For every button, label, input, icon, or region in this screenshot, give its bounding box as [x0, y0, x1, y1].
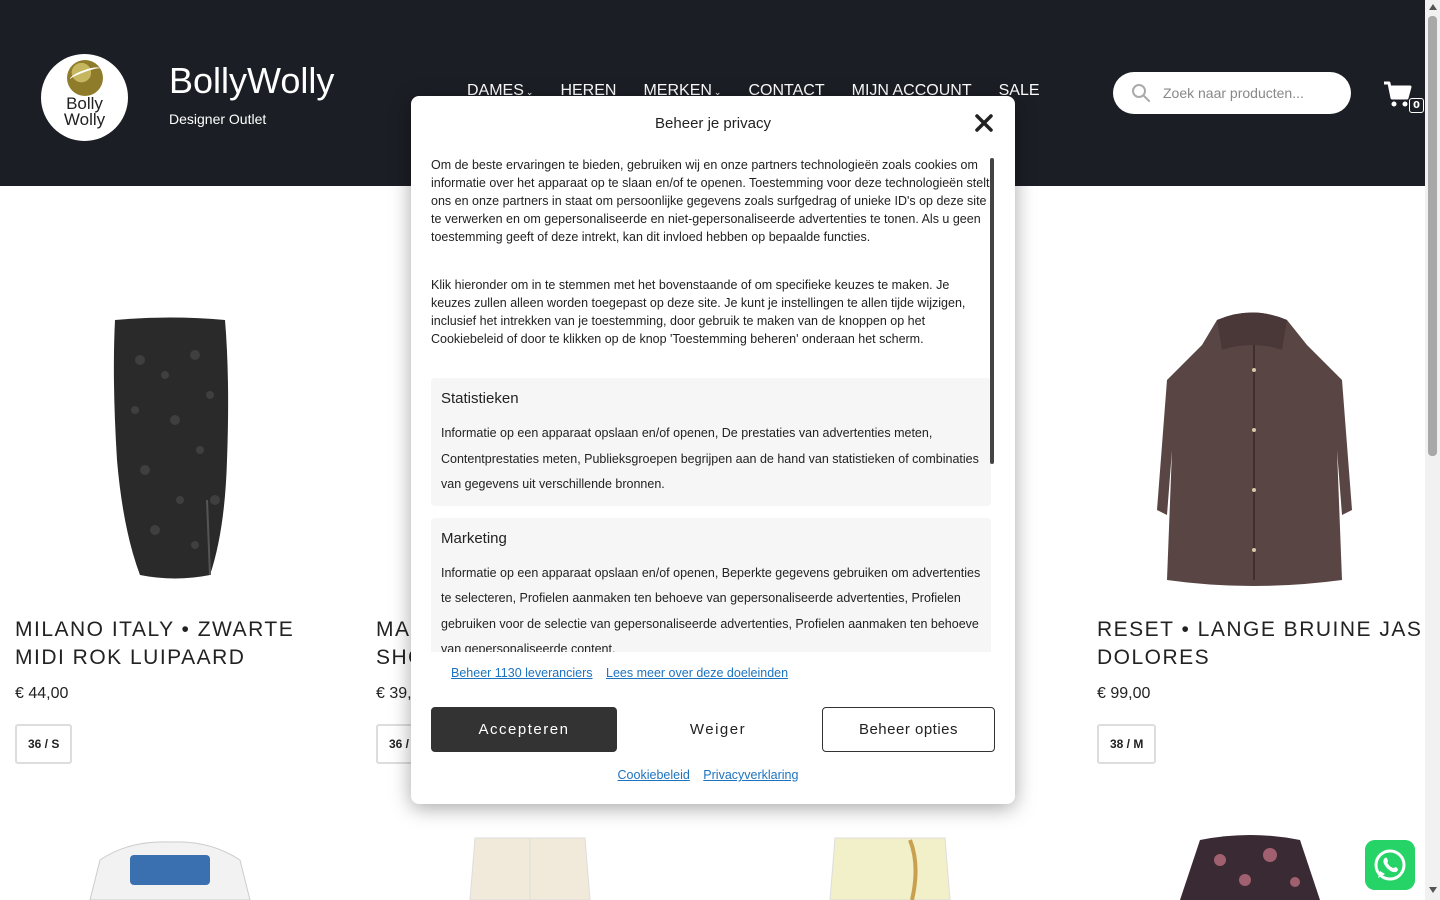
site-logo[interactable]: Bolly Wolly	[41, 54, 128, 141]
product-image[interactable]	[80, 820, 260, 900]
product-image[interactable]	[1160, 820, 1340, 900]
product-title[interactable]: RESET • LANGE BRUINE JAS DOLORES	[1097, 616, 1427, 672]
manage-options-button[interactable]: Beheer opties	[822, 707, 995, 752]
modal-links: Beheer 1130 leveranciers Lees meer over …	[451, 666, 798, 680]
pref-description: Informatie op een apparaat opslaan en/of…	[441, 565, 981, 653]
scroll-down-arrow-icon[interactable]	[1429, 887, 1437, 893]
modal-footer-links: Cookiebeleid Privacyverklaring	[411, 768, 1015, 782]
deny-button[interactable]: Weiger	[625, 707, 811, 752]
accept-button[interactable]: Accepteren	[431, 707, 617, 752]
pref-description: Informatie op een apparaat opslaan en/of…	[441, 426, 979, 491]
cookie-policy-link[interactable]: Cookiebeleid	[618, 768, 690, 782]
product-price: € 39,	[376, 685, 412, 702]
modal-title: Beheer je privacy	[655, 115, 771, 132]
product-image[interactable]	[15, 300, 345, 590]
site-tagline: Designer Outlet	[169, 111, 267, 127]
pref-section-statistieken[interactable]: Statistieken Informatie op een apparaat …	[431, 378, 991, 506]
product-price: € 44,00	[15, 685, 69, 702]
whatsapp-icon[interactable]	[1365, 840, 1415, 890]
privacy-modal: Beheer je privacy Om de beste ervaringen…	[411, 96, 1015, 804]
page-scrollbar[interactable]	[1425, 0, 1440, 900]
logo-ball-icon	[67, 60, 103, 96]
search-box	[1113, 72, 1351, 114]
manage-vendors-link[interactable]: Beheer 1130 leveranciers	[451, 666, 593, 680]
product-image[interactable]	[440, 820, 620, 900]
pref-section-marketing[interactable]: Marketing Informatie op een apparaat ops…	[431, 517, 991, 653]
product-price: € 99,00	[1097, 685, 1151, 702]
scroll-up-arrow-icon[interactable]	[1429, 4, 1437, 10]
modal-body[interactable]: Om de beste ervaringen te bieden, gebrui…	[431, 156, 991, 652]
size-option[interactable]: 38 / M	[1097, 724, 1157, 764]
pref-title: Marketing	[441, 529, 507, 547]
search-icon[interactable]	[1131, 83, 1151, 103]
cart-count-badge: 0	[1409, 98, 1424, 113]
pref-title: Statistieken	[441, 390, 519, 407]
modal-scrollbar-thumb[interactable]	[990, 158, 994, 464]
privacy-statement-link[interactable]: Privacyverklaring	[703, 768, 798, 782]
consent-text: Om de beste ervaringen te bieden, gebrui…	[431, 158, 990, 244]
product-image[interactable]	[1097, 300, 1427, 590]
scrollbar-thumb[interactable]	[1428, 16, 1437, 456]
logo-text: Bolly Wolly	[63, 94, 106, 129]
size-option[interactable]: 36 / S	[15, 724, 73, 764]
product-title[interactable]: MILANO ITALY • ZWARTE MIDI ROK LUIPAARD	[15, 616, 345, 672]
search-input[interactable]	[1163, 72, 1343, 114]
site-title[interactable]: BollyWolly	[169, 60, 334, 102]
product-image[interactable]	[800, 820, 980, 900]
close-icon[interactable]	[974, 113, 994, 133]
purposes-link[interactable]: Lees meer over deze doeleinden	[606, 666, 788, 680]
consent-text: Klik hieronder om in te stemmen met het …	[431, 278, 966, 346]
